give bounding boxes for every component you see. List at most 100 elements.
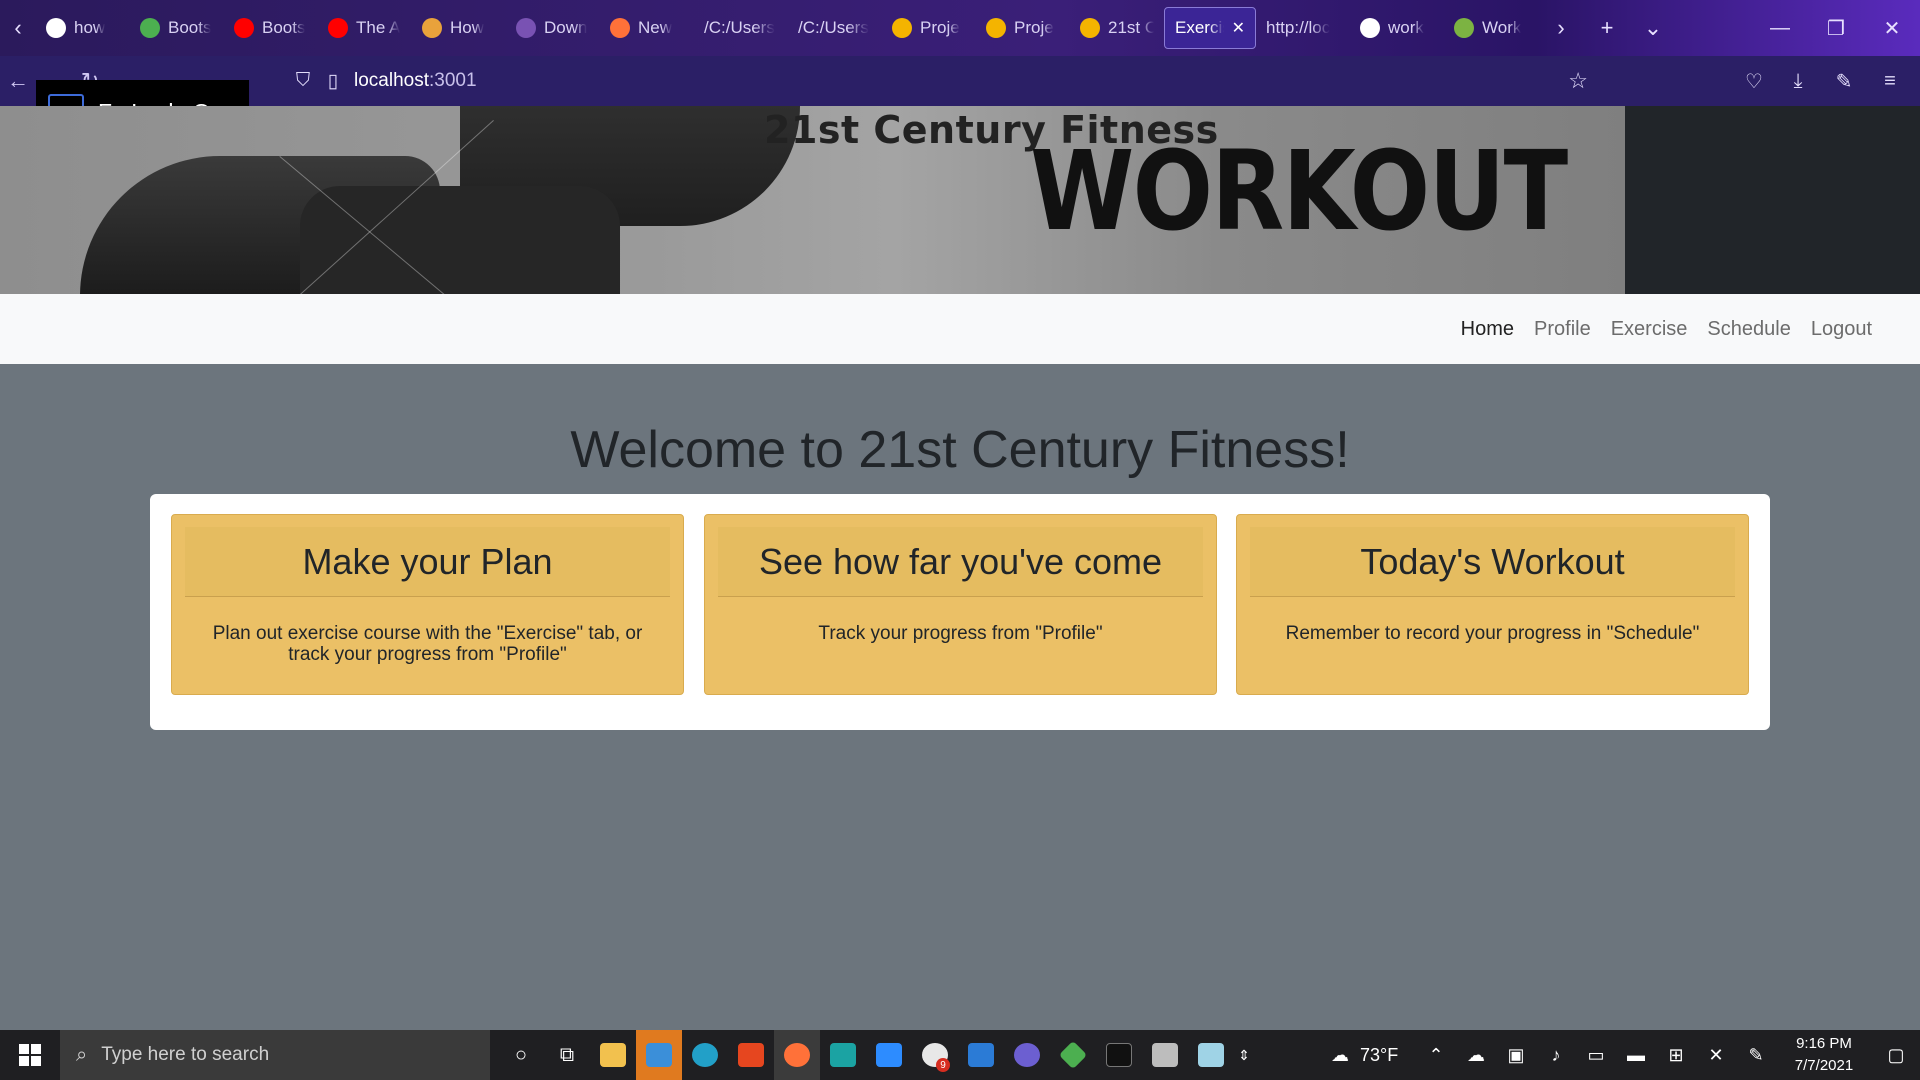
start-button[interactable] bbox=[0, 1030, 60, 1080]
printer-icon[interactable] bbox=[1142, 1030, 1188, 1080]
tab-title: Down bbox=[544, 18, 588, 37]
list-all-tabs-button[interactable]: ⌄ bbox=[1630, 0, 1676, 56]
onedrive-icon[interactable]: ☁ bbox=[1456, 1045, 1496, 1066]
windows-taskbar: ⌕ Type here to search ○ ⧉ 9 ⇕ ☁ 73°F ⌃ ☁… bbox=[0, 1030, 1920, 1080]
google-icon bbox=[1360, 18, 1380, 38]
battery-icon[interactable]: ▬ bbox=[1616, 1045, 1656, 1066]
browser-tab[interactable]: http://loc bbox=[1256, 7, 1350, 49]
quicklook-icon[interactable] bbox=[682, 1030, 728, 1080]
browser-tab[interactable]: Work bbox=[1444, 7, 1538, 49]
page-icon: ▯ bbox=[327, 70, 339, 92]
volume-muted-icon[interactable]: ✕ bbox=[1696, 1045, 1736, 1066]
mail-icon[interactable] bbox=[636, 1030, 682, 1080]
network-icon[interactable]: ⊞ bbox=[1656, 1045, 1696, 1066]
tab-title: how bbox=[74, 18, 106, 37]
tab-title: Exercis bbox=[1175, 18, 1224, 37]
wix-icon bbox=[140, 18, 160, 38]
microphone-icon[interactable]: ♪ bbox=[1536, 1045, 1576, 1066]
card-todays-workout: Today's Workout Remember to record your … bbox=[1236, 514, 1749, 695]
torso-silhouette bbox=[300, 186, 620, 294]
weather-temp[interactable]: 73°F bbox=[1360, 1045, 1416, 1066]
url-bar[interactable]: ⛉ ▯ localhost:3001 ☆ bbox=[288, 60, 1588, 102]
git-icon[interactable] bbox=[1050, 1030, 1096, 1080]
close-window-button[interactable]: ✕ bbox=[1864, 0, 1920, 56]
restore-button[interactable]: ❐ bbox=[1808, 0, 1864, 56]
tab-title: work bbox=[1388, 18, 1424, 37]
pen-icon[interactable]: ✎ bbox=[1736, 1045, 1776, 1066]
display-icon[interactable]: ▭ bbox=[1576, 1045, 1616, 1066]
clock-time: 9:16 PM bbox=[1796, 1035, 1852, 1052]
new-tab-button[interactable]: + bbox=[1584, 0, 1630, 56]
browser-tab[interactable]: how bbox=[36, 7, 130, 49]
pocket-icon[interactable]: ♡ bbox=[1732, 56, 1776, 106]
slides-icon bbox=[986, 18, 1006, 38]
browser-tab[interactable]: Proje bbox=[976, 7, 1070, 49]
extension-icon[interactable]: ✎ bbox=[1822, 56, 1866, 106]
bookmark-star-icon[interactable]: ☆ bbox=[1568, 68, 1588, 94]
tab-scroll-left-button[interactable]: ‹ bbox=[0, 0, 36, 56]
nav-schedule-link[interactable]: Schedule bbox=[1697, 318, 1800, 341]
browser-tab[interactable]: New bbox=[600, 7, 694, 49]
back-button[interactable]: ← bbox=[0, 56, 36, 106]
url-host: localhost bbox=[354, 70, 429, 91]
youtube-icon bbox=[328, 18, 348, 38]
vscode-icon[interactable] bbox=[958, 1030, 1004, 1080]
tab-title: Boots bbox=[168, 18, 212, 37]
close-tab-icon[interactable]: ✕ bbox=[1232, 18, 1245, 38]
terminal-icon[interactable] bbox=[1096, 1030, 1142, 1080]
browser-tab[interactable]: 21st C bbox=[1070, 7, 1164, 49]
youtube-icon bbox=[234, 18, 254, 38]
url-text[interactable]: localhost:3001 bbox=[354, 70, 477, 92]
app-icon bbox=[1454, 18, 1474, 38]
slack-icon[interactable]: 9 bbox=[912, 1030, 958, 1080]
card-make-plan: Make your Plan Plan out exercise course … bbox=[171, 514, 684, 695]
taskbar-scroll-icon[interactable]: ⇕ bbox=[1234, 1030, 1254, 1080]
notes-icon[interactable] bbox=[1188, 1030, 1234, 1080]
slides-icon bbox=[1080, 18, 1100, 38]
system-clock[interactable]: 9:16 PM 7/7/2021 bbox=[1776, 1033, 1872, 1077]
system-tray: ☁ 73°F ⌃ ☁ ▣ ♪ ▭ ▬ ⊞ ✕ ✎ 9:16 PM 7/7/202… bbox=[1320, 1030, 1920, 1080]
script-icon[interactable] bbox=[820, 1030, 866, 1080]
camera-icon[interactable]: ▣ bbox=[1496, 1045, 1536, 1066]
shield-icon[interactable]: ⛉ bbox=[288, 70, 318, 92]
taskbar-search[interactable]: ⌕ Type here to search bbox=[60, 1030, 490, 1080]
browser-tab[interactable]: Boots bbox=[130, 7, 224, 49]
browser-tab[interactable]: /C:/Users bbox=[788, 7, 882, 49]
browser-tab[interactable]: Exercis ✕ bbox=[1164, 7, 1256, 49]
nav-home-link[interactable]: Home bbox=[1451, 318, 1524, 341]
nav-profile-link[interactable]: Profile bbox=[1524, 318, 1601, 341]
downloads-icon[interactable]: ⤓ bbox=[1776, 56, 1820, 106]
firefox-taskbar-icon[interactable] bbox=[774, 1030, 820, 1080]
firefox-icon bbox=[610, 18, 630, 38]
browser-tab[interactable]: The A bbox=[318, 7, 412, 49]
show-hidden-icons[interactable]: ⌃ bbox=[1416, 1045, 1456, 1066]
minimize-button[interactable]: — bbox=[1752, 0, 1808, 56]
menu-icon[interactable]: ≡ bbox=[1868, 56, 1912, 106]
browser-tab[interactable]: Proje bbox=[882, 7, 976, 49]
card-text: Plan out exercise course with the "Exerc… bbox=[212, 623, 643, 665]
tab-title: http://loc bbox=[1266, 18, 1331, 37]
bookmark-icon bbox=[422, 18, 442, 38]
card-text: Remember to record your progress in "Sch… bbox=[1285, 623, 1700, 644]
browser-tab[interactable]: work bbox=[1350, 7, 1444, 49]
nav-logout-link[interactable]: Logout bbox=[1801, 318, 1882, 341]
eclipse-icon[interactable] bbox=[1004, 1030, 1050, 1080]
notifications-icon[interactable]: ▢ bbox=[1872, 1045, 1920, 1066]
browser-tab[interactable]: Down bbox=[506, 7, 600, 49]
slides-icon bbox=[892, 18, 912, 38]
tab-scroll-right-button[interactable]: › bbox=[1538, 0, 1584, 56]
weather-icon[interactable]: ☁ bbox=[1320, 1045, 1360, 1066]
tab-strip: how Boots Boots The A How Down New/C:/Users/C:… bbox=[36, 7, 1538, 49]
nav-exercise-link[interactable]: Exercise bbox=[1601, 318, 1698, 341]
card-progress: See how far you've come Track your progr… bbox=[704, 514, 1217, 695]
zoom-icon[interactable] bbox=[866, 1030, 912, 1080]
cortana-icon[interactable]: ○ bbox=[498, 1030, 544, 1080]
browser-tab[interactable]: /C:/Users bbox=[694, 7, 788, 49]
card-title: Today's Workout bbox=[1250, 527, 1735, 597]
browser-tab-bar: ‹ how Boots Boots The A How Down New/C:/Users /… bbox=[0, 0, 1920, 56]
browser-tab[interactable]: How bbox=[412, 7, 506, 49]
office-icon[interactable] bbox=[728, 1030, 774, 1080]
task-view-icon[interactable]: ⧉ bbox=[544, 1030, 590, 1080]
file-explorer-icon[interactable] bbox=[590, 1030, 636, 1080]
browser-tab[interactable]: Boots bbox=[224, 7, 318, 49]
